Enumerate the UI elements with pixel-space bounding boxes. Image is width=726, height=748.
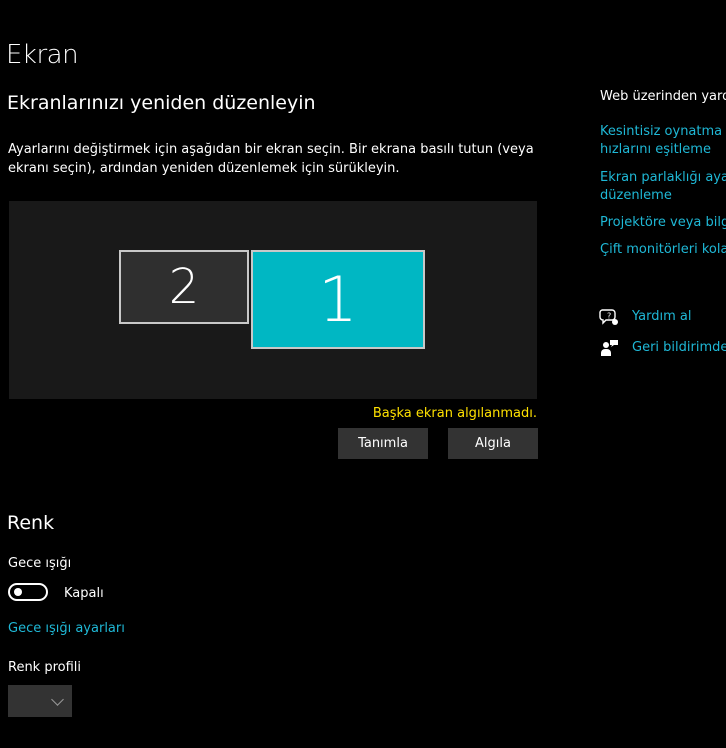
color-profile-dropdown[interactable] [8, 685, 72, 717]
help-link-dual-monitors[interactable]: Çift monitörleri kolay [600, 241, 726, 259]
feedback-person-icon [601, 340, 618, 356]
chevron-down-icon [51, 693, 64, 706]
detect-button[interactable]: Algıla [448, 428, 538, 459]
identify-button[interactable]: Tanımla [338, 428, 428, 459]
help-link-projector[interactable]: Projektöre veya bilgis [600, 214, 726, 232]
color-profile-label: Renk profili [8, 660, 82, 675]
no-display-warning: Başka ekran algılanmadı. [372, 406, 537, 421]
help-link-brightness[interactable]: Ekran parlaklığı ayarl düzenleme [600, 169, 726, 205]
arrange-section-title: Ekranlarınızı yeniden düzenleyin [7, 92, 316, 114]
toggle-knob [14, 588, 22, 596]
monitor-1-number: 1 [318, 263, 358, 336]
night-light-toggle[interactable] [8, 583, 48, 601]
get-help-link[interactable]: Yardım al [632, 309, 691, 324]
web-help-heading: Web üzerinden yardı [600, 89, 726, 104]
display-arrangement-area[interactable]: 2 1 [9, 201, 537, 399]
monitor-2-number: 2 [168, 259, 200, 315]
page-title: Ekran [6, 40, 79, 70]
night-light-label: Gece ışığı [8, 556, 72, 571]
night-light-state: Kapalı [64, 586, 104, 601]
night-light-settings-link[interactable]: Gece ışığı ayarları [8, 621, 125, 636]
monitor-1-tile[interactable]: 1 [251, 250, 425, 349]
chat-help-icon: ? [599, 309, 618, 325]
give-feedback-link[interactable]: Geri bildirimde [632, 340, 726, 355]
arrange-description: Ayarlarını değiştirmek için aşağıdan bir… [8, 142, 534, 176]
svg-text:?: ? [607, 312, 611, 321]
monitor-2-tile[interactable]: 2 [119, 250, 249, 324]
color-section-title: Renk [7, 512, 55, 534]
help-link-seamless-playback[interactable]: Kesintisiz oynatma iç hızlarını eşitleme [600, 123, 726, 159]
